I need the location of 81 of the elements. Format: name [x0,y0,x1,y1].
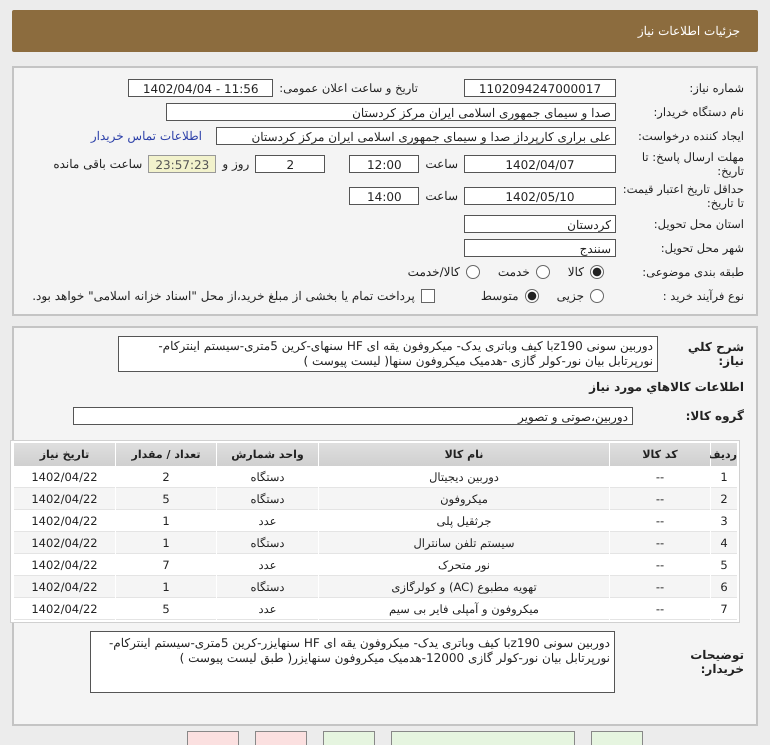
table-cell: میکروفون [319,488,609,510]
table-cell: 5 [116,598,216,620]
table-cell: -- [610,488,710,510]
button[interactable] [391,731,575,745]
column-header: نام کالا [319,443,609,466]
table-cell: دستگاه [217,532,318,554]
table-cell: -- [610,532,710,554]
radio-button[interactable] [536,265,550,279]
table-cell: 5 [116,488,216,510]
table-cell: سیستم تلفن سانترال [319,532,609,554]
field-label: نوع فرآیند خرید : [662,289,744,303]
button[interactable] [591,731,643,745]
checkbox-label: پرداخت تمام یا بخشی از مبلغ خرید،از محل "اسناد خزانه اسلامی" خواهد بود. [32,289,415,303]
button[interactable] [255,731,307,745]
creator-field: علی براری کارپرداز صدا و سیمای جمهوری اسلامی ایران مرکز کردستان [216,127,616,145]
column-header: واحد شمارش [217,443,318,466]
need-number-field: 1102094247000017 [464,79,616,97]
table-cell: عدد [217,598,318,620]
table-cell: 1 [116,532,216,554]
field-label: روز و [222,157,250,171]
section-title: اطلاعات كالاهاي مورد نياز [588,380,744,394]
field-label: گروه کالا: [684,409,744,423]
radio-label: کالا [568,265,584,279]
table-cell: 1 [116,576,216,598]
field-label: حداقل تاریخ اعتبار قیمت: تا تاریخ: [622,182,744,210]
field-label: استان محل تحویل: [652,217,744,231]
radio-label: متوسط [480,289,519,303]
field-label: ساعت [425,189,458,203]
field-label: ساعت باقی مانده [53,157,142,171]
radio-label: خدمت [498,265,530,279]
buyer-org-field: صدا و سیمای جمهوری اسلامی ایران مرکز کردستان [166,103,616,121]
table-cell: 6 [711,576,737,598]
deadline-time-field: 12:00 [349,155,420,173]
radio-label: جزیی [556,289,584,303]
field-label: شرح کلي نياز: [686,340,744,368]
deadline-date-field: 1402/04/07 [464,155,616,173]
table-cell: 1402/04/22 [14,532,115,554]
table-cell: -- [610,576,710,598]
field-label: ایجاد کننده درخواست: [637,129,744,143]
page-title: جزئیات اطلاعات نیاز [638,24,740,38]
table-cell: 1402/04/22 [14,488,115,510]
radio-label: کالا/خدمت [408,265,460,279]
table-cell: تهویه مطبوع (AC) و کولرگازی [319,576,609,598]
field-label: توضیحات خریدار: [689,648,744,676]
radio-button[interactable] [466,265,480,279]
field-label: مهلت ارسال پاسخ: تا تاریخ: [640,150,744,178]
field-label: تاریخ و ساعت اعلان عمومی: [279,81,418,95]
validity-date-field: 1402/05/10 [464,187,616,205]
table-cell: 1402/04/22 [14,576,115,598]
field-label: شهر محل تحویل: [660,241,744,255]
table-cell: 2 [711,488,737,510]
days-field: 2 [255,155,326,173]
table-cell: دستگاه [217,576,318,598]
validity-time-field: 14:00 [349,187,420,205]
checkbox[interactable] [420,289,435,303]
radio-button[interactable] [524,289,539,303]
button[interactable] [187,731,239,745]
radio-button[interactable] [590,289,604,303]
field-label: ساعت [425,157,458,171]
radio-button[interactable] [590,265,604,279]
table-cell: -- [610,598,710,620]
table-cell: میکروفون و آمپلی فایر بی سیم [319,598,609,620]
city-field: سنندج [464,239,616,257]
table-cell: 1402/04/22 [14,598,115,620]
remaining-time-field: 23:57:23 [148,155,216,173]
buyer-notes-field: دوربین سونی z190با کیف وباتری یدک- میکروفون یقه ای HF سنهایزر-کرین 5متری-سیستم اینترکام-نورپرتابل بیان نور-کولر گازی 12000-هدمیک میکروفون سنهایزر( طبق لیست پیوست ) [90,631,615,693]
contact-link[interactable]: اطلاعات تماس خریدار [90,129,202,143]
column-header: تعداد / مقدار [116,443,216,466]
table-cell: 7 [711,598,737,620]
table-cell: دستگاه [217,488,318,510]
announce-date-field: 1402/04/04 - 11:56 [128,79,274,97]
summary-field: دوربین سونی z190با کیف وباتری یدک- میکروفون یقه ای HF سنهای-کرین 5متری-سیستم اینترکام-نورپرتابل بیان نور-کولر گازی -هدمیک میکروفون سنها( لیست پیوست ) [118,336,658,372]
column-header: تاریخ نیاز [14,443,115,466]
goods-group-field: دوربین،صوتی و تصویر [73,407,633,425]
province-field: کردستان [464,215,616,233]
button[interactable] [323,731,375,745]
field-label: نام دستگاه خریدار: [652,105,744,119]
field-label: شماره نیاز: [688,81,744,95]
table-cell: 4 [711,532,737,554]
column-header: کد کالا [610,443,710,466]
field-label: طبقه بندی موضوعی: [641,265,744,279]
